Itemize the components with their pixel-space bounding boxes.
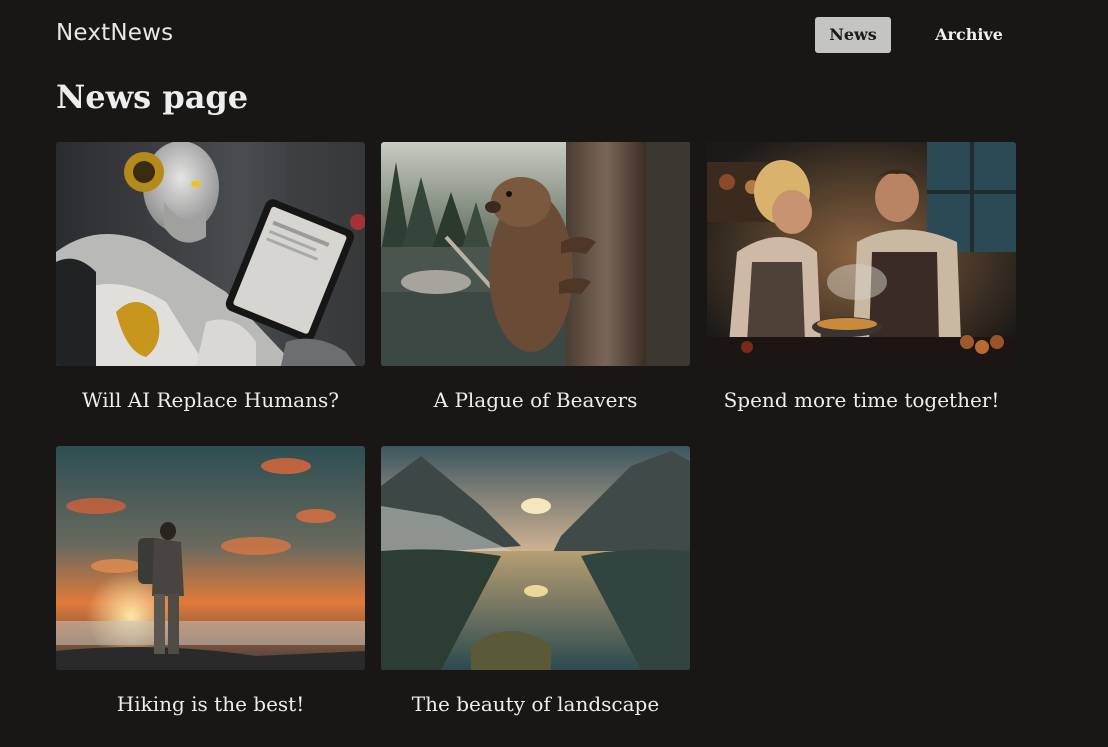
page-title: News page [56, 78, 249, 116]
brand-logo[interactable]: NextNews [56, 20, 173, 46]
hiker-at-sunset-image[interactable] [56, 446, 365, 670]
article-title[interactable]: Spend more time together! [707, 388, 1016, 412]
article-card-together[interactable]: Spend more time together! [707, 142, 1016, 412]
article-card-ai[interactable]: Will AI Replace Humans? [56, 142, 365, 412]
article-title[interactable]: Hiking is the best! [56, 692, 365, 716]
article-card-hiking[interactable]: Hiking is the best! [56, 446, 365, 716]
article-card-landscape[interactable]: The beauty of landscape [381, 446, 690, 716]
nav-archive-button[interactable]: Archive [925, 17, 1013, 53]
article-title[interactable]: A Plague of Beavers [381, 388, 690, 412]
nav-news-button[interactable]: News [815, 17, 891, 53]
couple-cooking-image[interactable] [707, 142, 1016, 366]
mountain-lake-image[interactable] [381, 446, 690, 670]
article-card-beavers[interactable]: A Plague of Beavers [381, 142, 690, 412]
article-title[interactable]: Will AI Replace Humans? [56, 388, 365, 412]
robot-with-tablet-image[interactable] [56, 142, 365, 366]
article-title[interactable]: The beauty of landscape [381, 692, 690, 716]
beaver-on-tree-image[interactable] [381, 142, 690, 366]
